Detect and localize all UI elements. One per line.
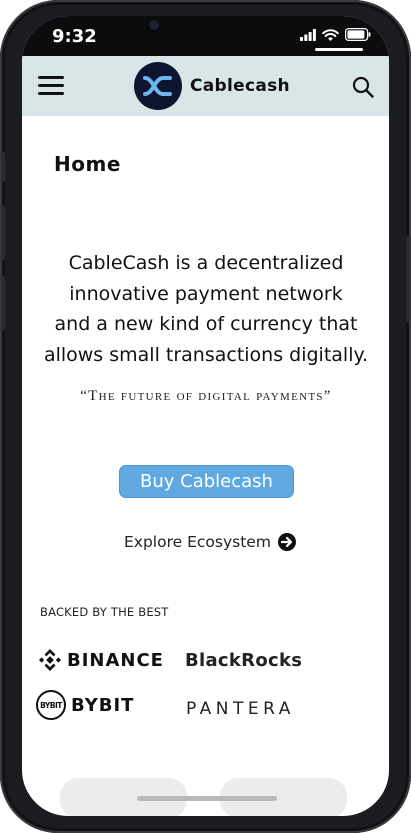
screen: 9:32 Cablecash Home CableCash is a decen… xyxy=(22,16,389,816)
intro-line: allows small transactions digitally. xyxy=(43,343,369,366)
explore-label: Explore Ecosystem xyxy=(124,533,271,551)
status-underline xyxy=(315,48,363,51)
page-title: Home xyxy=(54,152,121,176)
home-indicator[interactable] xyxy=(137,796,277,801)
arrow-circle-right-icon xyxy=(277,533,296,551)
bybit-logo-icon: BYBIT xyxy=(36,690,66,720)
intro-text: CableCash is a decentralized innovative … xyxy=(36,248,376,370)
battery-icon xyxy=(345,28,371,41)
partner-pantera: PANTERA xyxy=(186,699,295,719)
signal-icon xyxy=(300,28,316,41)
wifi-icon xyxy=(322,28,339,41)
phone-frame: 9:32 Cablecash Home CableCash is a decen… xyxy=(0,0,411,833)
cablecash-logo-icon xyxy=(134,62,182,110)
binance-logo-icon xyxy=(39,649,61,671)
action-button xyxy=(1,152,5,182)
brand-name: Cablecash xyxy=(190,76,290,96)
status-icons xyxy=(300,28,371,41)
tagline: “The future of digital payments” xyxy=(80,388,332,404)
partner-name: BINANCE xyxy=(67,649,164,671)
search-icon[interactable] xyxy=(351,75,375,99)
volume-down-button xyxy=(1,276,5,330)
intro-line: CableCash is a decentralized xyxy=(68,252,344,274)
explore-ecosystem-link[interactable]: Explore Ecosystem xyxy=(124,532,297,552)
brand[interactable]: Cablecash xyxy=(134,62,290,110)
partner-name: BYBIT xyxy=(71,694,135,716)
partner-bybit: BYBIT BYBIT xyxy=(36,690,134,720)
buy-cablecash-button[interactable]: Buy Cablecash xyxy=(119,465,294,498)
app-bar: Cablecash xyxy=(22,56,389,116)
status-time: 9:32 xyxy=(52,26,97,47)
partner-name: BlackRocks xyxy=(185,650,303,671)
partner-binance: BINANCE xyxy=(38,648,164,672)
intro-line: and a new kind of currency that xyxy=(54,313,358,335)
partner-blackrocks: BlackRocks xyxy=(185,650,302,671)
front-camera xyxy=(149,20,159,30)
status-bar: 9:32 xyxy=(22,16,389,56)
backers-heading: BACKED BY THE BEST xyxy=(40,605,169,619)
hamburger-menu-icon[interactable] xyxy=(38,76,64,96)
power-button xyxy=(406,236,410,322)
volume-up-button xyxy=(1,206,5,260)
partner-name: PANTERA xyxy=(186,699,295,719)
intro-line: innovative payment network xyxy=(69,282,343,305)
